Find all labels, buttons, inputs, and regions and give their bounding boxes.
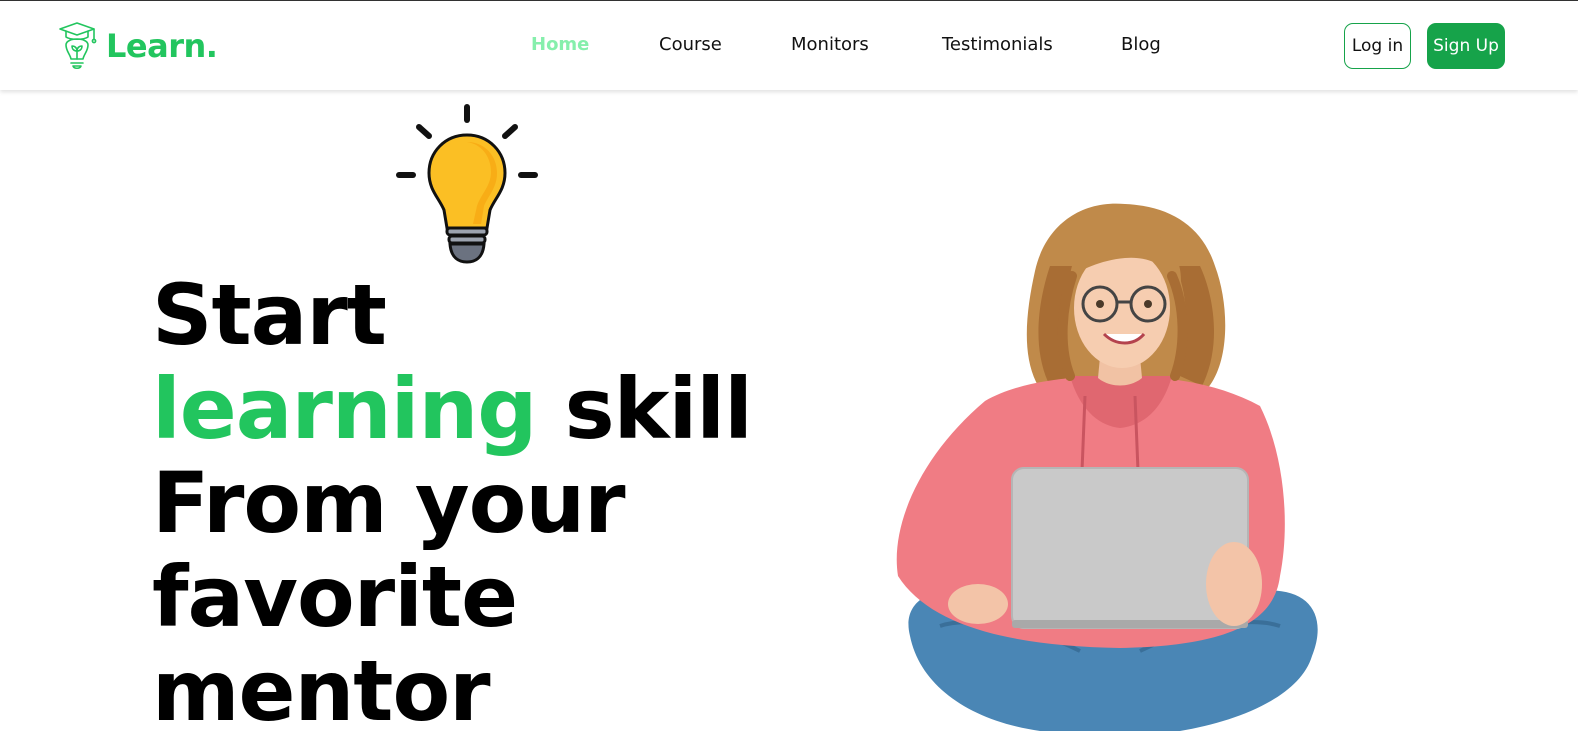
- hero-line-2-rest: skill: [536, 360, 753, 458]
- student-with-laptop-photo: [896, 203, 1318, 731]
- nav-home[interactable]: Home: [531, 34, 589, 55]
- nav-testimonials[interactable]: Testimonials: [942, 34, 1053, 55]
- login-button[interactable]: Log in: [1344, 23, 1411, 69]
- hero-line-4: favorite: [152, 548, 518, 646]
- nav-monitors[interactable]: Monitors: [791, 34, 869, 55]
- hero-heading: Start learning skill From your favorite …: [152, 268, 852, 731]
- hero-line-3: From your: [152, 454, 626, 552]
- signup-button[interactable]: Sign Up: [1427, 23, 1505, 69]
- nav-blog[interactable]: Blog: [1121, 34, 1161, 55]
- main-nav: Home Course Monitors Testimonials Blog: [0, 34, 1578, 62]
- hero-line-5: mentor: [152, 642, 491, 731]
- lightbulb-icon: [396, 104, 538, 264]
- hero-line-1: Start: [152, 266, 387, 364]
- hero-line-2: learning skill: [152, 362, 852, 456]
- hero-accent-word: learning: [152, 360, 537, 458]
- navbar: Learn. Home Course Monitors Testimonials…: [0, 1, 1578, 90]
- nav-course[interactable]: Course: [659, 34, 722, 55]
